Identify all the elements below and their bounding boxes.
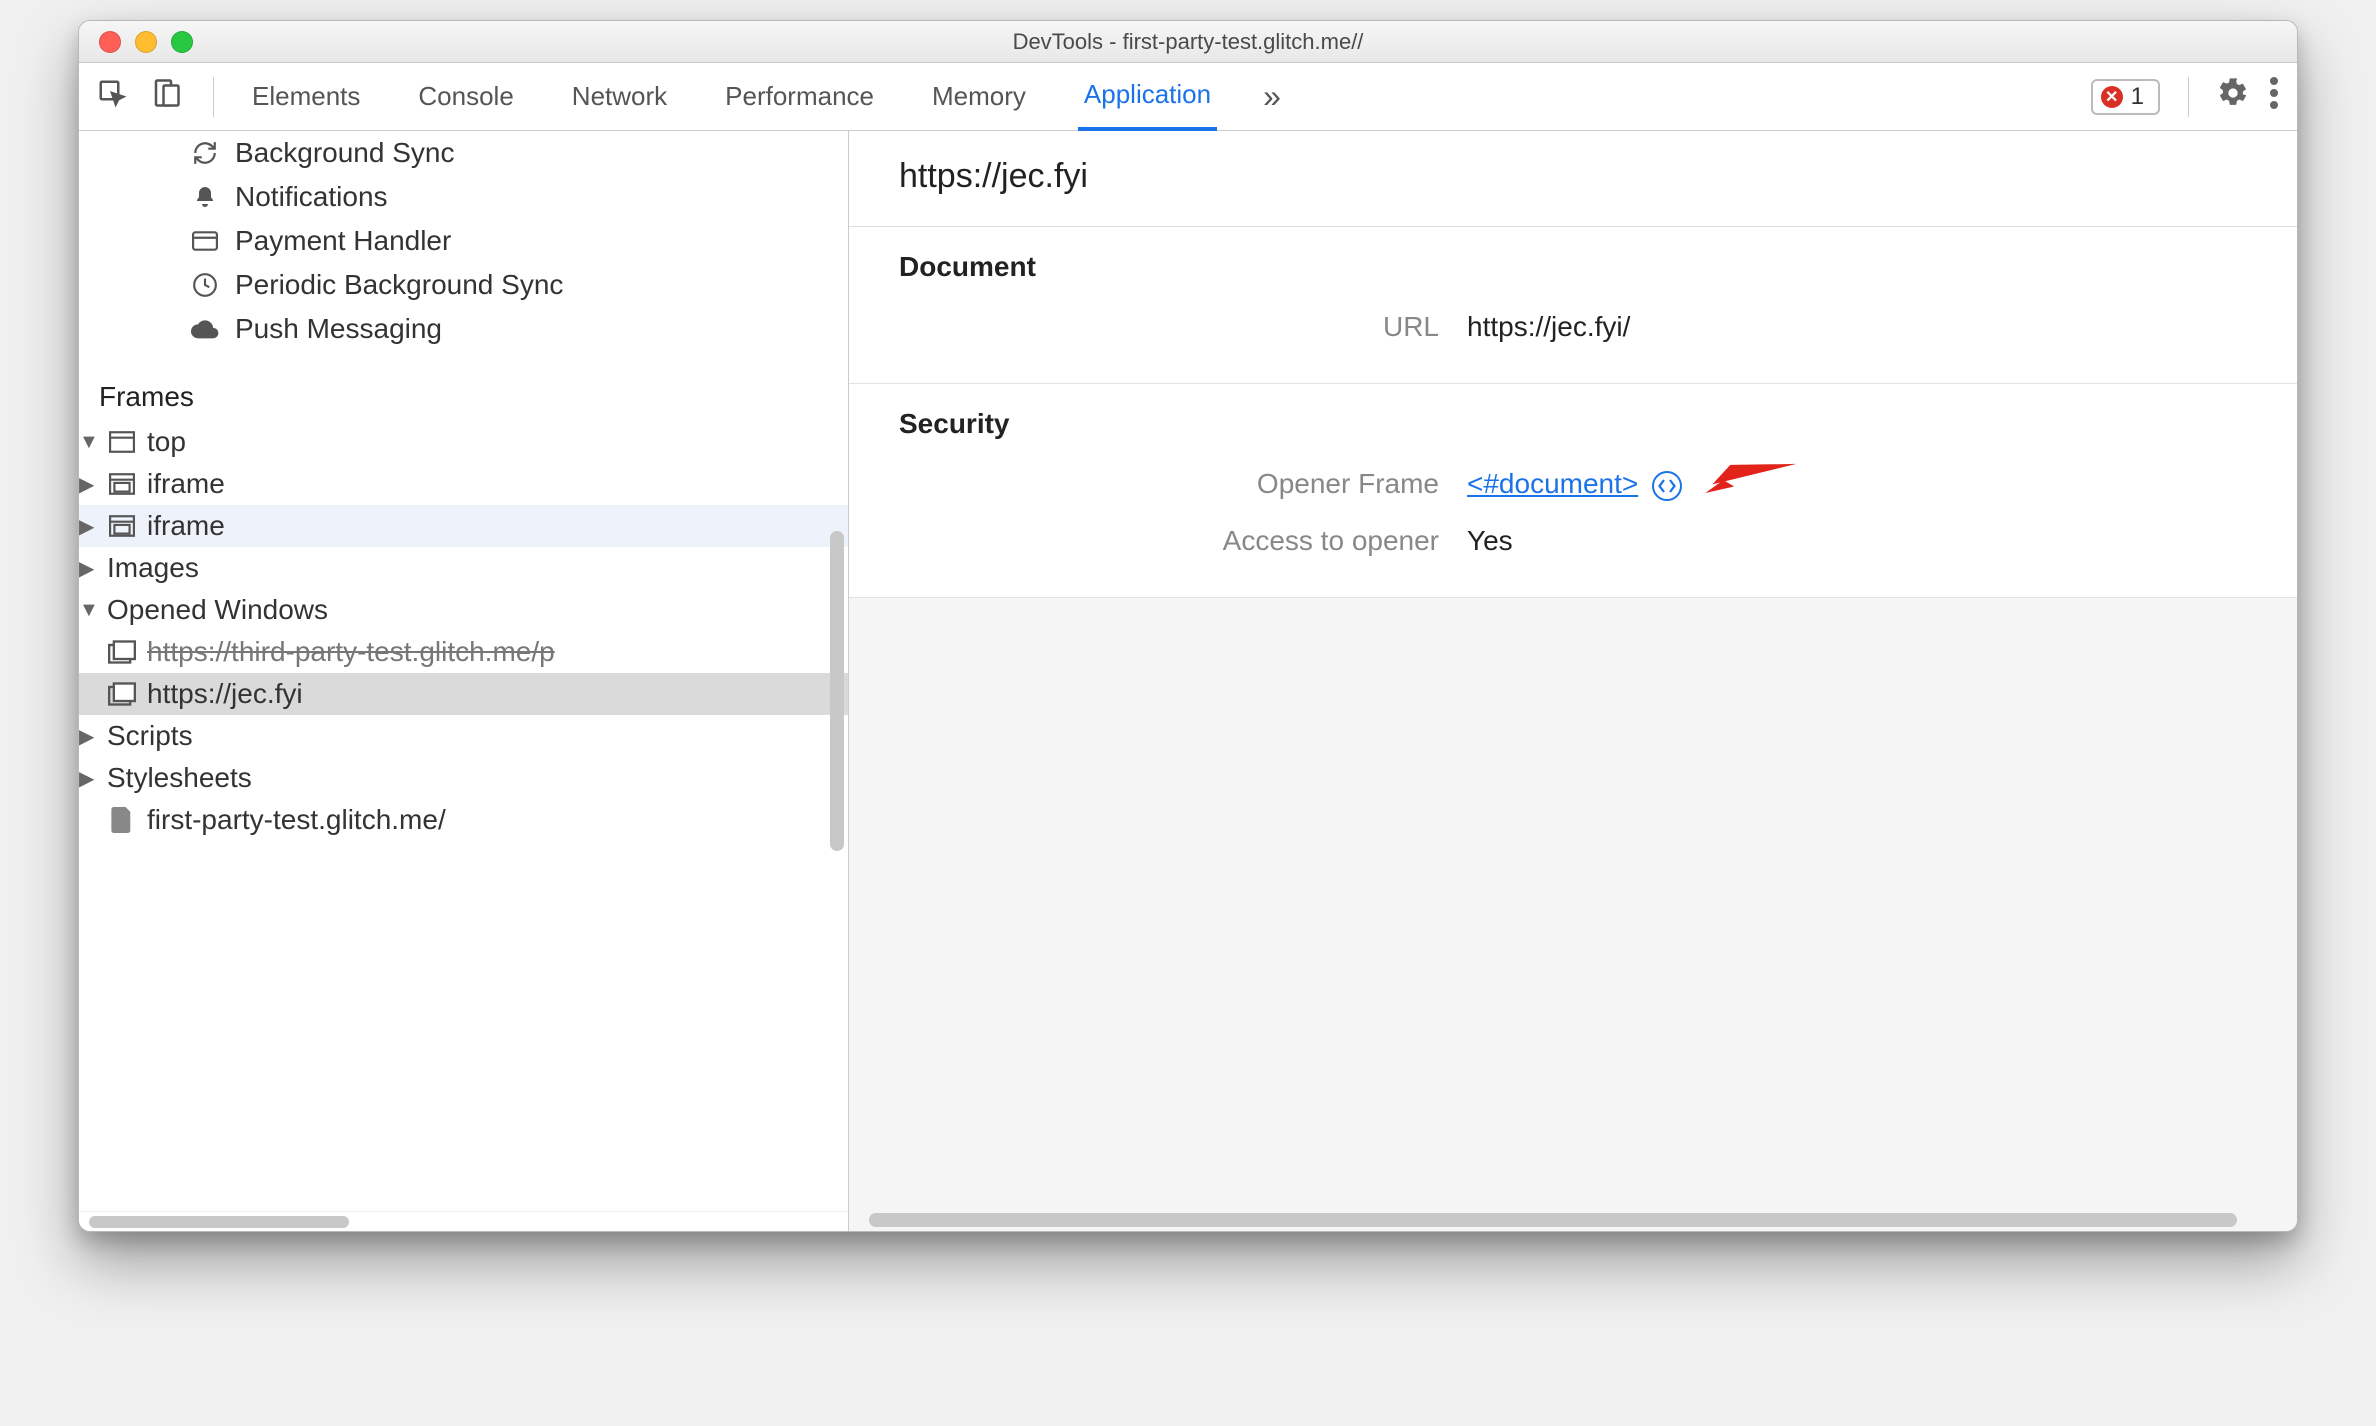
frames-section-label: Frames [79,371,848,421]
opener-frame-link[interactable]: <#document> [1467,468,1638,499]
tab-application[interactable]: Application [1078,63,1217,131]
inspect-element-icon[interactable] [97,78,127,115]
tree-node-iframe[interactable]: ▶ iframe [79,505,848,547]
tree-node-opened-window[interactable]: ▶ https://third-party-test.glitch.me/p [79,631,848,673]
opened-window-icon [107,640,137,664]
settings-gear-icon[interactable] [2217,77,2249,116]
opened-window-icon [107,682,137,706]
more-tabs-button[interactable]: » [1263,78,1281,115]
main-horizontal-scrollbar[interactable] [849,1209,2297,1231]
url-value: https://jec.fyi/ [1467,311,1630,343]
tab-performance[interactable]: Performance [719,63,880,131]
tree-label: Images [107,552,199,584]
panel-tabs: Elements Console Network Performance Mem… [246,63,2067,131]
device-toggle-icon[interactable] [151,78,181,115]
sidebar-item-push-messaging[interactable]: Push Messaging [79,307,848,351]
toolbar-divider [2188,77,2189,117]
document-section: Document URL https://jec.fyi/ [849,227,2297,384]
tab-console[interactable]: Console [412,63,519,131]
sidebar-horizontal-scrollbar[interactable] [79,1211,848,1231]
window-frame-icon [107,430,137,454]
devtools-window: DevTools - first-party-test.glitch.me// … [78,20,2298,1232]
opener-frame-value-wrap: <#document> [1467,468,1682,501]
tree-label: top [147,426,186,458]
tree-label: https://third-party-test.glitch.me/p [147,636,555,668]
tree-label: Scripts [107,720,193,752]
main-panel: https://jec.fyi Document URL https://jec… [849,131,2297,1231]
toolbar: Elements Console Network Performance Mem… [79,63,2297,131]
tree-label: first-party-test.glitch.me/ [147,804,446,836]
sidebar-item-label: Background Sync [235,137,454,169]
sidebar-item-periodic-sync[interactable]: Periodic Background Sync [79,263,848,307]
disclosure-triangle-icon[interactable]: ▶ [79,724,97,749]
iframe-icon [107,514,137,538]
sidebar-item-label: Push Messaging [235,313,442,345]
tree-node-stylesheets[interactable]: ▶ Stylesheets [79,757,848,799]
document-file-icon [107,808,137,832]
sidebar-item-label: Payment Handler [235,225,451,257]
opener-frame-label: Opener Frame [899,468,1439,500]
tree-label: Stylesheets [107,762,252,794]
error-count-badge[interactable]: ✕ 1 [2091,79,2160,115]
security-section-title: Security [899,408,2247,440]
sidebar-item-label: Periodic Background Sync [235,269,563,301]
security-section: Security Opener Frame <#document> Acc [849,384,2297,598]
toolbar-right: ✕ 1 [2091,77,2279,117]
tree-node-opened-window-selected[interactable]: ▶ https://jec.fyi [79,673,848,715]
credit-card-icon [189,231,221,251]
tab-memory[interactable]: Memory [926,63,1032,131]
sidebar-item-background-sync[interactable]: Background Sync [79,131,848,175]
tree-node-iframe[interactable]: ▶ iframe [79,463,848,505]
titlebar: DevTools - first-party-test.glitch.me// [79,21,2297,63]
url-label: URL [899,311,1439,343]
frame-url-header: https://jec.fyi [849,131,2297,227]
opener-frame-row: Opener Frame <#document> [899,468,2247,501]
tree-node-opened-windows[interactable]: ▼ Opened Windows [79,589,848,631]
sidebar-vertical-scrollbar[interactable] [830,131,844,1211]
tree-node-images[interactable]: ▶ Images [79,547,848,589]
toolbar-divider [213,77,214,117]
tree-node-file[interactable]: ▶ first-party-test.glitch.me/ [79,799,848,841]
cloud-icon [189,319,221,339]
error-icon: ✕ [2101,86,2123,108]
tree-label: iframe [147,468,225,500]
access-to-opener-row: Access to opener Yes [899,525,2247,557]
disclosure-triangle-icon[interactable]: ▶ [79,472,97,497]
sidebar-item-payment-handler[interactable]: Payment Handler [79,219,848,263]
disclosure-triangle-icon[interactable]: ▼ [79,431,97,454]
tree-label: https://jec.fyi [147,678,303,710]
sidebar-item-label: Notifications [235,181,388,213]
content-area: Background Sync Notifications Payment Ha… [79,131,2297,1231]
clock-icon [189,272,221,298]
document-section-title: Document [899,251,2247,283]
reveal-in-elements-icon[interactable] [1652,471,1682,501]
iframe-icon [107,472,137,496]
error-count: 1 [2131,83,2144,111]
url-row: URL https://jec.fyi/ [899,311,2247,343]
disclosure-triangle-icon[interactable]: ▼ [79,599,97,622]
more-menu-icon[interactable] [2269,77,2279,116]
tree-node-top[interactable]: ▼ top [79,421,848,463]
tab-elements[interactable]: Elements [246,63,366,131]
tree-label: Opened Windows [107,594,328,626]
access-to-opener-value: Yes [1467,525,1513,557]
disclosure-triangle-icon[interactable]: ▶ [79,556,97,581]
sidebar-item-notifications[interactable]: Notifications [79,175,848,219]
sidebar-scroll: Background Sync Notifications Payment Ha… [79,131,848,1211]
tree-label: iframe [147,510,225,542]
tree-node-scripts[interactable]: ▶ Scripts [79,715,848,757]
sync-icon [189,140,221,166]
disclosure-triangle-icon[interactable]: ▶ [79,514,97,539]
access-to-opener-label: Access to opener [899,525,1439,557]
bell-icon [189,185,221,209]
sidebar: Background Sync Notifications Payment Ha… [79,131,849,1231]
tab-network[interactable]: Network [566,63,673,131]
disclosure-triangle-icon[interactable]: ▶ [79,766,97,791]
window-title: DevTools - first-party-test.glitch.me// [79,29,2297,55]
